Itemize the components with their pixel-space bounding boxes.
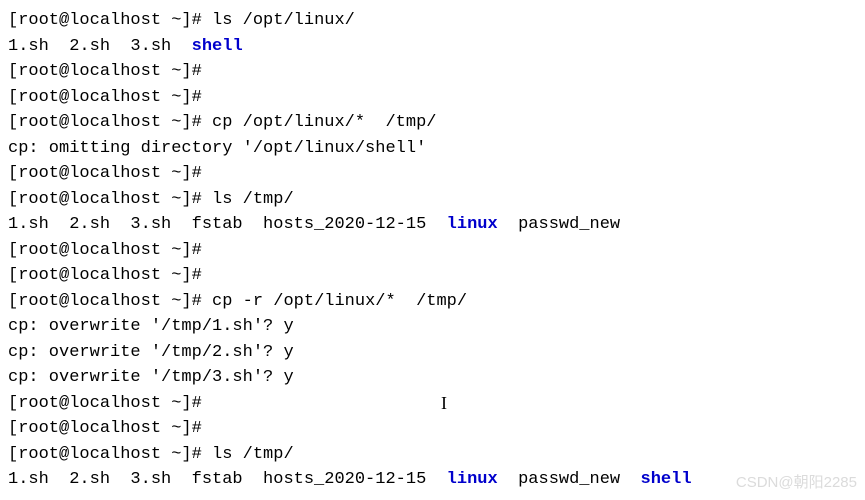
- command-text: ls /tmp/: [212, 190, 294, 209]
- terminal-line: [root@localhost ~]#: [8, 416, 857, 442]
- terminal-line: [root@localhost ~]#: [8, 85, 857, 111]
- terminal-line: [root@localhost ~]#: [8, 161, 857, 187]
- terminal-line: [root@localhost ~]# ls /tmp/: [8, 442, 857, 468]
- overwrite-prompt: cp: overwrite '/tmp/3.sh'? y: [8, 368, 294, 387]
- terminal-line: cp: overwrite '/tmp/1.sh'? y: [8, 314, 857, 340]
- terminal-line: 1.sh 2.sh 3.sh fstab hosts_2020-12-15 li…: [8, 467, 857, 493]
- command-text: cp -r /opt/linux/* /tmp/: [212, 292, 467, 311]
- command-text: ls /opt/linux/: [212, 11, 355, 30]
- terminal-line: [root@localhost ~]#: [8, 59, 857, 85]
- terminal-line: [root@localhost ~]# cp -r /opt/linux/* /…: [8, 289, 857, 315]
- file-listing: 1.sh 2.sh 3.sh fstab hosts_2020-12-15: [8, 470, 447, 489]
- directory-name: shell: [192, 37, 243, 56]
- shell-prompt: [root@localhost ~]#: [8, 11, 212, 30]
- overwrite-prompt: cp: overwrite '/tmp/1.sh'? y: [8, 317, 294, 336]
- file-listing: passwd_new: [498, 470, 641, 489]
- watermark-text: CSDN@朝阳2285: [736, 472, 857, 495]
- terminal-line: cp: overwrite '/tmp/2.sh'? y: [8, 340, 857, 366]
- terminal-line: [root@localhost ~]#: [8, 263, 857, 289]
- shell-prompt: [root@localhost ~]#: [8, 88, 202, 107]
- shell-prompt: [root@localhost ~]#: [8, 266, 202, 285]
- shell-prompt: [root@localhost ~]#: [8, 113, 212, 132]
- overwrite-prompt: cp: overwrite '/tmp/2.sh'? y: [8, 343, 294, 362]
- shell-prompt: [root@localhost ~]#: [8, 292, 212, 311]
- terminal-line: 1.sh 2.sh 3.sh shell: [8, 34, 857, 60]
- shell-prompt: [root@localhost ~]#: [8, 394, 202, 413]
- directory-name: linux: [447, 215, 498, 234]
- shell-prompt: [root@localhost ~]#: [8, 241, 202, 260]
- file-listing: passwd_new: [498, 215, 620, 234]
- shell-prompt: [root@localhost ~]#: [8, 419, 202, 438]
- terminal-line: [root@localhost ~]#: [8, 238, 857, 264]
- command-text: ls /tmp/: [212, 445, 294, 464]
- directory-name: linux: [447, 470, 498, 489]
- terminal-line: [root@localhost ~]# ls /opt/linux/: [8, 8, 857, 34]
- file-listing: 1.sh 2.sh 3.sh fstab hosts_2020-12-15: [8, 215, 447, 234]
- terminal-line: 1.sh 2.sh 3.sh fstab hosts_2020-12-15 li…: [8, 212, 857, 238]
- terminal-line: [root@localhost ~]# ls /tmp/: [8, 187, 857, 213]
- terminal-line: [root@localhost ~]# cp /opt/linux/* /tmp…: [8, 110, 857, 136]
- terminal-line: cp: omitting directory '/opt/linux/shell…: [8, 136, 857, 162]
- terminal-line: [root@localhost ~]#: [8, 391, 857, 417]
- error-text: cp: omitting directory '/opt/linux/shell…: [8, 139, 426, 158]
- file-listing: 1.sh 2.sh 3.sh: [8, 37, 192, 56]
- command-text: cp /opt/linux/* /tmp/: [212, 113, 436, 132]
- terminal-output[interactable]: [root@localhost ~]# ls /opt/linux/1.sh 2…: [8, 8, 857, 493]
- terminal-line: cp: overwrite '/tmp/3.sh'? y: [8, 365, 857, 391]
- directory-name: shell: [641, 470, 692, 489]
- shell-prompt: [root@localhost ~]#: [8, 445, 212, 464]
- shell-prompt: [root@localhost ~]#: [8, 190, 212, 209]
- shell-prompt: [root@localhost ~]#: [8, 164, 202, 183]
- shell-prompt: [root@localhost ~]#: [8, 62, 202, 81]
